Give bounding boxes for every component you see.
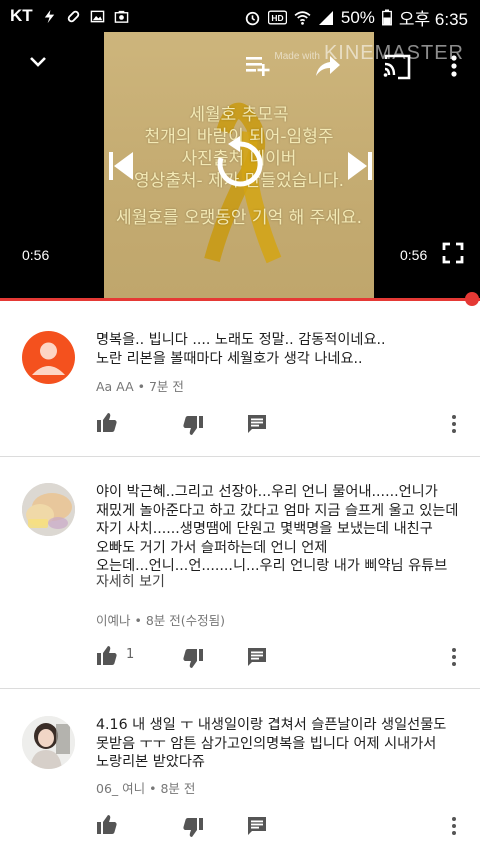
comment-line: 자기 사치......생명땜에 단원고 몇백명을 보냈는데 내친구 (96, 521, 433, 537)
reply-icon[interactable] (246, 646, 268, 668)
overlay-line-5: 세월호를 오랫동안 기억 해 주세요. (116, 208, 362, 228)
comment-text: 4.16 내 생일 ㅜ 내생일이랑 겹쳐서 슬픈날이라 생일선물도 못받음 ㅜㅜ… (96, 716, 468, 772)
more-vert-icon[interactable] (450, 413, 458, 435)
default-person-icon (32, 342, 65, 375)
comment-line: 명복을.. 빕니다 .... 노래도 정말.. 감동적이네요.. (96, 332, 386, 348)
battery-percent: 50% (340, 7, 375, 27)
comment-line: 재밌게 놀아준다고 하고 갔다고 엄마 지금 슬프게 울고 있는데 (96, 502, 459, 519)
comment-time: 8분 전(수정됨) (145, 613, 226, 628)
add-to-queue-icon[interactable] (244, 54, 274, 78)
chevron-down-icon[interactable] (26, 50, 50, 74)
comment-line: 못받음 ㅜㅜ 암튼 삼가고인의명복을 빕니다 어제 시내가서 (96, 735, 437, 752)
meta-separator: • (133, 379, 149, 394)
more-vert-icon[interactable] (448, 54, 460, 80)
wifi-icon (294, 11, 311, 25)
comment-item: 4.16 내 생일 ㅜ 내생일이랑 겹쳐서 슬픈날이라 생일선물도 못받음 ㅜㅜ… (0, 689, 480, 859)
image-icon (90, 10, 104, 22)
flash-icon (44, 9, 54, 23)
svg-text:HD: HD (271, 13, 283, 23)
comment-time: 8분 전 (160, 781, 196, 796)
avatar[interactable] (22, 331, 75, 384)
alarm-icon (245, 11, 260, 26)
cast-icon[interactable] (382, 54, 412, 80)
photo-avatar-image (22, 483, 75, 536)
previous-icon[interactable] (107, 150, 135, 182)
avatar[interactable] (22, 483, 75, 536)
comment-text: 명복을.. 빕니다 .... 노래도 정말.. 감동적이네요.. 노란 리본을 … (96, 331, 468, 368)
comment-author[interactable]: Aa AA (96, 379, 134, 394)
hd-icon: HD (267, 10, 287, 25)
read-more-link[interactable]: 자세히 보기 (96, 571, 165, 591)
replay-icon[interactable] (212, 136, 268, 192)
battery-icon (381, 9, 392, 26)
photo-avatar-image (22, 716, 75, 769)
thumb-down-icon[interactable] (182, 648, 204, 670)
comment-actions (96, 411, 476, 437)
overlay-line-1: 세월호 추모곡 (189, 105, 289, 125)
comment-meta: 06_ 여니 • 8분 전 (96, 778, 195, 797)
share-icon[interactable] (314, 54, 342, 78)
reply-icon[interactable] (246, 413, 268, 435)
thumb-down-icon[interactable] (182, 415, 204, 437)
current-time: 0:56 (22, 247, 50, 263)
more-vert-icon[interactable] (450, 815, 458, 837)
fullscreen-icon[interactable] (442, 242, 464, 264)
avatar[interactable] (22, 716, 75, 769)
comment-line: 4.16 내 생일 ㅜ 내생일이랑 겹쳐서 슬픈날이라 생일선물도 (96, 717, 447, 733)
comment-time: 7분 전 (148, 379, 184, 394)
total-time: 0:56 (400, 247, 428, 263)
meta-separator: • (130, 613, 146, 628)
reply-icon[interactable] (246, 815, 268, 837)
comment-line: 노랑리본 받았다쥬 (96, 754, 205, 770)
signal-icon (318, 10, 333, 25)
comment-line: 야이 박근혜..그리고 선장아...우리 언니 물어내......언니가 (96, 484, 438, 500)
thumb-up-icon[interactable] (96, 644, 118, 666)
next-icon[interactable] (346, 150, 374, 182)
comment-actions (96, 813, 476, 839)
meta-separator: • (145, 781, 161, 796)
comment-author[interactable]: 06_ 여니 (96, 781, 145, 796)
comment-text: 야이 박근혜..그리고 선장아...우리 언니 물어내......언니가 재밌게… (96, 483, 468, 576)
comment-meta: Aa AA • 7분 전 (96, 376, 184, 395)
comment-author[interactable]: 이예나 (96, 613, 131, 628)
kinemaster-watermark: Made with KINEMASTER (274, 42, 464, 65)
comment-item: 야이 박근혜..그리고 선장아...우리 언니 물어내......언니가 재밌게… (0, 457, 480, 689)
comment-line: 오빠도 거기 가서 슬퍼하는데 언니 언제 (96, 539, 328, 556)
status-bar: KT HD 50% 오후 6:35 (0, 0, 480, 32)
like-count: 1 (126, 647, 135, 662)
comment-line: 노란 리본을 볼때마다 세월호가 생각 나네요.. (96, 350, 363, 367)
clock: 오후 6:35 (398, 10, 468, 29)
carrier-label: KT (10, 6, 33, 25)
pill-icon (67, 10, 79, 22)
comment-actions: 1 (96, 644, 476, 670)
video-player[interactable]: 세월호 추모곡 천개의 바람이 되어-임형주 사진출처 네이버 영상출처- 제가… (0, 32, 480, 300)
thumb-down-icon[interactable] (182, 817, 204, 839)
comment-item: 명복을.. 빕니다 .... 노래도 정말.. 감동적이네요.. 노란 리본을 … (0, 301, 480, 457)
comment-meta: 이예나 • 8분 전(수정됨) (96, 610, 225, 629)
camera-icon (114, 10, 128, 23)
thumb-up-icon[interactable] (96, 411, 118, 433)
thumb-up-icon[interactable] (96, 813, 118, 835)
more-vert-icon[interactable] (450, 646, 458, 668)
